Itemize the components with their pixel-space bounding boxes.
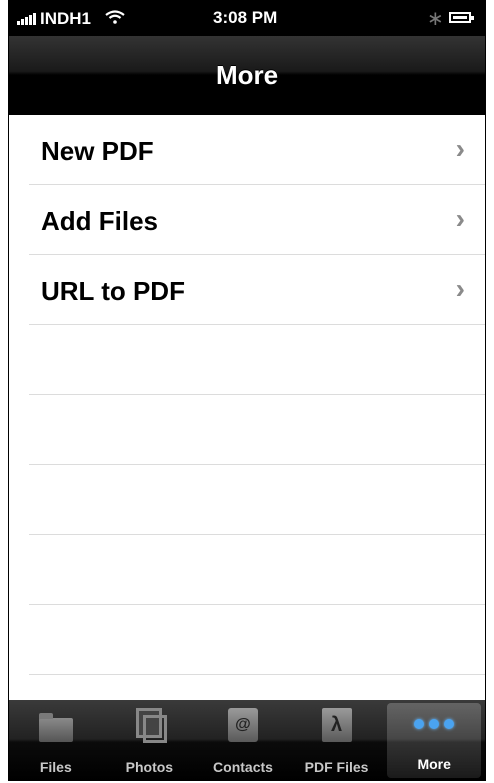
status-bar: INDH1 3:08 PM ∗ <box>9 0 485 36</box>
more-options-list: New PDF › Add Files › URL to PDF › <box>9 115 485 675</box>
tab-label: More <box>417 756 451 772</box>
carrier-name: INDH1 <box>40 9 92 28</box>
chevron-right-icon: › <box>455 273 465 304</box>
phone-screen: INDH1 3:08 PM ∗ More New PDF › Add Files… <box>8 0 486 781</box>
empty-row <box>9 535 485 605</box>
tab-label: Photos <box>125 759 174 775</box>
signal-bars-icon <box>17 13 36 25</box>
tab-bar: Files Photos @ Contacts λ PDF Files More <box>9 700 485 781</box>
page-title: More <box>215 60 279 90</box>
contacts-icon: @ <box>227 708 258 742</box>
tab-pdf-files[interactable]: λ PDF Files <box>290 700 384 781</box>
carrier-info: INDH1 <box>17 9 125 29</box>
chevron-right-icon: › <box>455 133 465 164</box>
list-item-label: URL to PDF <box>41 276 185 306</box>
chevron-right-icon: › <box>455 203 465 234</box>
folder-icon <box>38 713 73 742</box>
empty-row <box>9 395 485 465</box>
more-dots-icon <box>414 719 455 729</box>
pdf-icon: λ <box>321 708 352 742</box>
list-item-new-pdf[interactable]: New PDF › <box>9 115 485 185</box>
empty-row <box>9 325 485 395</box>
wifi-icon <box>105 9 125 29</box>
list-item-label: Add Files <box>41 206 159 236</box>
navigation-bar: More <box>9 36 485 115</box>
list-item-add-files[interactable]: Add Files › <box>9 185 485 255</box>
empty-row <box>9 605 485 675</box>
tab-label: Files <box>39 759 72 775</box>
bluetooth-icon: ∗ <box>427 8 444 30</box>
list-item-label: New PDF <box>41 136 154 166</box>
tab-photos[interactable]: Photos <box>103 700 197 781</box>
tab-label: Contacts <box>213 759 273 775</box>
battery-icon <box>449 12 474 23</box>
tab-label: PDF Files <box>304 759 369 775</box>
tab-more[interactable]: More <box>387 703 481 778</box>
tab-files[interactable]: Files <box>9 700 103 781</box>
tab-contacts[interactable]: @ Contacts <box>196 700 290 781</box>
list-item-url-to-pdf[interactable]: URL to PDF › <box>9 255 485 325</box>
status-time: 3:08 PM <box>213 8 278 27</box>
empty-row <box>9 465 485 535</box>
photos-icon <box>136 708 168 743</box>
